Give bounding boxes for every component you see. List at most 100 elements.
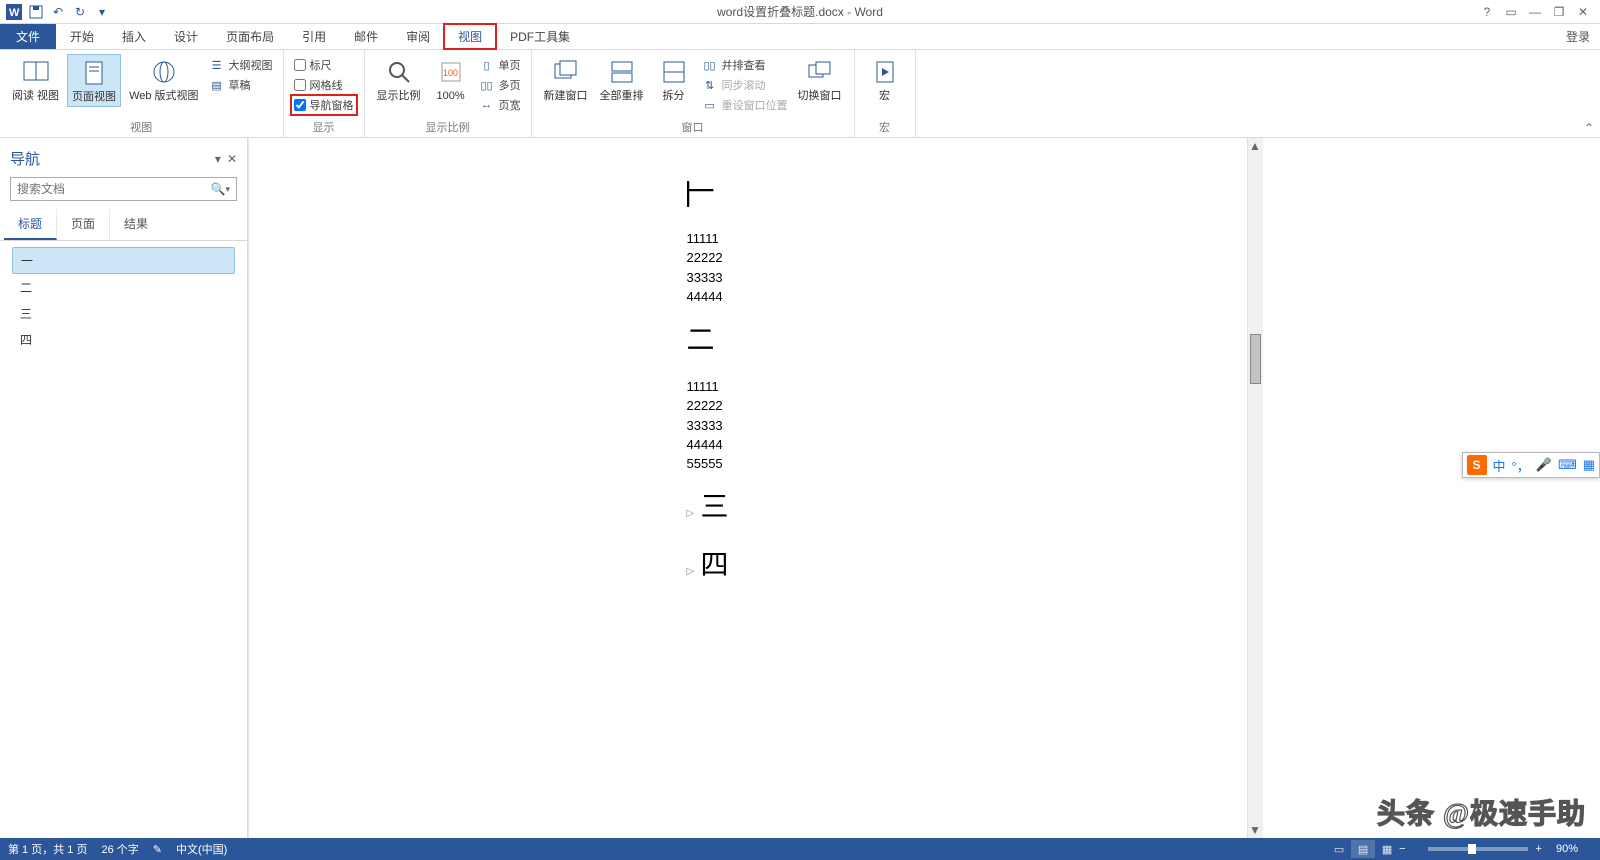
nav-heading-item[interactable]: 一: [12, 247, 235, 274]
tab-page-layout[interactable]: 页面布局: [212, 24, 288, 49]
macros-button[interactable]: 宏: [863, 54, 907, 105]
nav-tab-pages[interactable]: 页面: [57, 209, 110, 240]
zoom-out-button[interactable]: −: [1399, 843, 1405, 855]
doc-body-line[interactable]: 22222: [687, 397, 1147, 415]
doc-heading[interactable]: ▷三: [687, 487, 1147, 527]
arrange-all-button[interactable]: 全部重排: [596, 54, 648, 114]
ime-keyboard-icon[interactable]: ⌨: [1558, 457, 1577, 473]
close-button[interactable]: ✕: [1572, 2, 1594, 22]
sign-in-link[interactable]: 登录: [1566, 24, 1600, 49]
view-read-mode-icon[interactable]: ▭: [1327, 840, 1351, 858]
collapse-triangle-icon[interactable]: ▷: [687, 507, 697, 521]
doc-body-line[interactable]: 22222: [687, 249, 1147, 267]
outline-view-button[interactable]: ☰大纲视图: [207, 56, 275, 74]
scroll-track[interactable]: [1248, 154, 1263, 822]
doc-heading[interactable]: |一: [687, 172, 1147, 212]
gridlines-check-input[interactable]: [294, 79, 306, 91]
collapse-triangle-icon[interactable]: ▷: [687, 565, 697, 579]
doc-body-line[interactable]: 11111: [687, 230, 1147, 248]
tab-mailings[interactable]: 邮件: [340, 24, 392, 49]
ruler-checkbox[interactable]: 标尺: [292, 56, 356, 74]
zoom-button[interactable]: 显示比例: [373, 54, 425, 114]
doc-heading[interactable]: 二: [687, 320, 1147, 360]
scroll-up-button[interactable]: ▲: [1248, 138, 1263, 154]
zoom-100-button[interactable]: 100 100%: [429, 54, 473, 114]
nav-pane-dropdown-icon[interactable]: ▾: [215, 152, 221, 166]
ime-mic-icon[interactable]: 🎤: [1536, 457, 1552, 473]
ime-menu-icon[interactable]: ▦: [1583, 457, 1595, 473]
ime-toolbar[interactable]: S 中 °， 🎤 ⌨ ▦: [1462, 452, 1600, 478]
scroll-thumb[interactable]: [1250, 334, 1261, 384]
save-icon[interactable]: [26, 2, 46, 22]
doc-heading[interactable]: ▷四: [687, 545, 1147, 585]
gridlines-checkbox[interactable]: 网格线: [292, 76, 356, 94]
zoom-slider[interactable]: [1428, 847, 1528, 851]
view-side-by-side-button[interactable]: ▯▯并排查看: [700, 56, 790, 74]
navpane-check-input[interactable]: [294, 99, 306, 111]
minimize-button[interactable]: —: [1524, 2, 1546, 22]
doc-body-line[interactable]: 33333: [687, 269, 1147, 287]
page-width-button[interactable]: ↔页宽: [477, 96, 523, 114]
nav-tab-headings[interactable]: 标题: [4, 209, 57, 240]
ribbon-display-options[interactable]: ▭: [1500, 2, 1522, 22]
nav-search-input[interactable]: [17, 182, 211, 196]
nav-heading-item[interactable]: 三: [12, 301, 235, 326]
status-page[interactable]: 第 1 页，共 1 页: [8, 841, 87, 857]
vertical-scrollbar[interactable]: ▲ ▼: [1247, 138, 1263, 838]
doc-body-line[interactable]: 33333: [687, 417, 1147, 435]
print-layout-button[interactable]: 页面视图: [67, 54, 121, 107]
collapse-ribbon-button[interactable]: ⌃: [1584, 121, 1594, 135]
view-web-layout-icon[interactable]: ▦: [1375, 840, 1399, 858]
zoom-in-button[interactable]: +: [1536, 843, 1542, 855]
nav-pane-close-icon[interactable]: ✕: [227, 152, 237, 166]
document-page[interactable]: |一11111222223333344444二11111222223333344…: [587, 138, 1247, 838]
navigation-pane-checkbox[interactable]: 导航窗格: [292, 96, 356, 114]
tab-view[interactable]: 视图: [444, 24, 496, 49]
nav-heading-item[interactable]: 四: [12, 327, 235, 352]
nav-search-box[interactable]: 🔍▾: [10, 177, 237, 201]
split-button[interactable]: 拆分: [652, 54, 696, 114]
redo-icon[interactable]: ↻: [70, 2, 90, 22]
switch-windows-button[interactable]: 切换窗口: [794, 54, 846, 114]
status-spellcheck-icon[interactable]: ✎: [153, 843, 162, 856]
one-page-button[interactable]: ▯单页: [477, 56, 523, 74]
tab-insert[interactable]: 插入: [108, 24, 160, 49]
nav-pane-title: 导航: [10, 148, 40, 169]
ime-logo-icon[interactable]: S: [1467, 455, 1487, 475]
draft-view-button[interactable]: ▤草稿: [207, 76, 275, 94]
tab-references[interactable]: 引用: [288, 24, 340, 49]
new-window-button[interactable]: 新建窗口: [540, 54, 592, 114]
ime-lang-button[interactable]: 中: [1493, 456, 1506, 475]
macros-icon: [869, 56, 901, 88]
doc-body-line[interactable]: 44444: [687, 288, 1147, 306]
tab-pdf-tools[interactable]: PDF工具集: [496, 24, 584, 49]
tab-home[interactable]: 开始: [56, 24, 108, 49]
help-button[interactable]: ?: [1476, 2, 1498, 22]
nav-tab-results[interactable]: 结果: [110, 209, 162, 240]
restore-button[interactable]: ❐: [1548, 2, 1570, 22]
view-print-layout-icon[interactable]: ▤: [1351, 840, 1375, 858]
document-area[interactable]: |一11111222223333344444二11111222223333344…: [248, 138, 1600, 838]
status-language[interactable]: 中文(中国): [176, 841, 227, 857]
doc-body-line[interactable]: 55555: [687, 455, 1147, 473]
nav-heading-item[interactable]: 二: [12, 275, 235, 300]
zoom-level[interactable]: 90%: [1556, 843, 1578, 855]
search-dropdown-icon[interactable]: ▾: [225, 184, 230, 195]
scroll-down-button[interactable]: ▼: [1248, 822, 1263, 838]
read-mode-button[interactable]: 阅读 视图: [8, 54, 63, 107]
doc-body-line[interactable]: 11111: [687, 378, 1147, 396]
status-word-count[interactable]: 26 个字: [101, 841, 138, 857]
web-layout-button[interactable]: Web 版式视图: [125, 54, 202, 107]
ruler-check-input[interactable]: [294, 59, 306, 71]
tab-review[interactable]: 审阅: [392, 24, 444, 49]
tab-design[interactable]: 设计: [160, 24, 212, 49]
reset-window-pos-button: ▭重设窗口位置: [700, 96, 790, 114]
multi-page-button[interactable]: ▯▯多页: [477, 76, 523, 94]
undo-icon[interactable]: ↶: [48, 2, 68, 22]
ime-punct-icon[interactable]: °，: [1512, 456, 1530, 475]
qat-customize-icon[interactable]: ▾: [92, 2, 112, 22]
zoom-slider-knob[interactable]: [1468, 844, 1476, 854]
search-icon[interactable]: 🔍: [211, 182, 226, 196]
doc-body-line[interactable]: 44444: [687, 436, 1147, 454]
tab-file[interactable]: 文件: [0, 24, 56, 49]
